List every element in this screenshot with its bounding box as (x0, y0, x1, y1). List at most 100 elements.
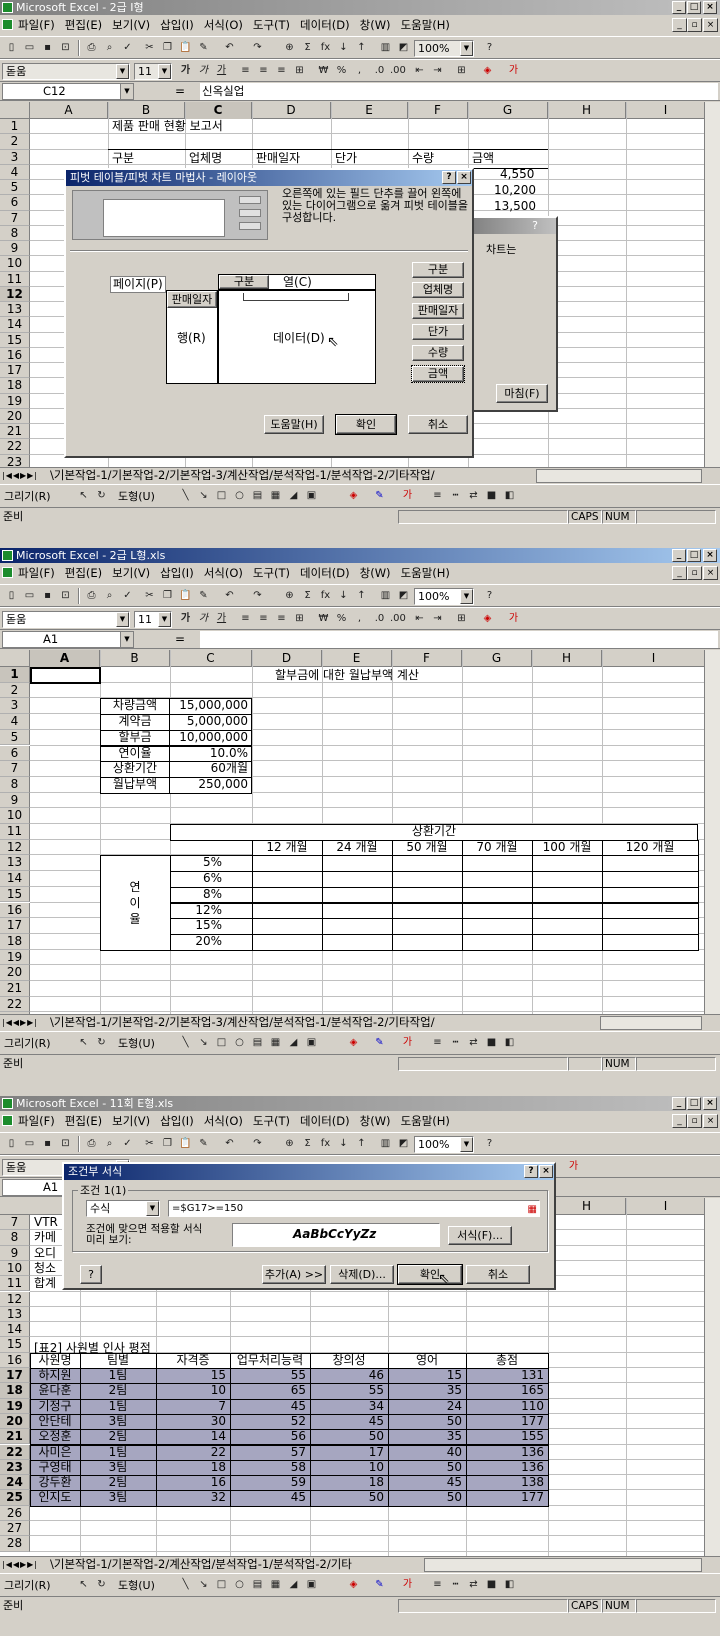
cut-icon[interactable]: ✂ (142, 41, 157, 55)
menu-insert[interactable]: 삽입(I) (160, 566, 194, 580)
oval-icon[interactable]: ○ (232, 489, 247, 503)
payment-cell[interactable] (322, 918, 393, 935)
row-header[interactable]: 13 (0, 302, 30, 318)
column-header[interactable]: A (30, 102, 108, 119)
line-style-icon[interactable]: ≡ (430, 489, 445, 503)
new-icon[interactable]: ▯ (4, 589, 19, 603)
print-preview-icon[interactable]: ⌕ (102, 589, 117, 603)
fill-color-icon[interactable]: ◈ (346, 1036, 361, 1050)
row-header[interactable]: 5 (0, 180, 30, 196)
align-center-icon[interactable]: ≡ (256, 612, 271, 626)
print-icon[interactable]: ⎙ (84, 1137, 99, 1151)
maximize-button[interactable]: □ (687, 1097, 701, 1110)
chevron-down-icon[interactable]: ▼ (120, 632, 133, 647)
undo-icon[interactable]: ↶ (222, 41, 237, 55)
horizontal-scrollbar[interactable] (600, 1016, 702, 1030)
spreadsheet-grid[interactable]: A B C D E F G H I 1 2 3 4 5 6 7 8 9 10 11 12 13 14 15 1… (0, 650, 720, 1014)
sort-asc-icon[interactable]: ↓ (336, 1137, 351, 1151)
row-header[interactable]: 10 (0, 256, 30, 272)
field-button[interactable]: 업체명 (412, 282, 464, 298)
merge-center-icon[interactable]: ⊞ (292, 612, 307, 626)
payment-cell[interactable] (602, 918, 699, 935)
help-dialog-button[interactable]: 도움말(H) (264, 415, 324, 434)
row-header[interactable]: 14 (0, 1322, 30, 1338)
decrease-decimal-icon[interactable]: .00 (390, 64, 406, 78)
align-center-icon[interactable]: ≡ (256, 64, 271, 78)
row-header[interactable]: 23 (0, 1459, 30, 1476)
print-icon[interactable]: ⎙ (84, 589, 99, 603)
rectangle-icon[interactable]: □ (214, 1578, 229, 1592)
cancel-button[interactable]: 취소 (408, 415, 468, 434)
function-icon[interactable]: fx (318, 1137, 333, 1151)
chart-icon[interactable]: ▥ (378, 1137, 393, 1151)
textbox-icon[interactable]: ▤ (250, 1036, 265, 1050)
format-painter-icon[interactable]: ✎ (196, 41, 211, 55)
oval-icon[interactable]: ○ (232, 1036, 247, 1050)
collapse-dialog-icon[interactable]: ▦ (528, 1202, 537, 1216)
menu-window[interactable]: 창(W) (360, 1114, 391, 1128)
arrow-icon[interactable]: ↘ (196, 1578, 211, 1592)
doc-close-button[interactable]: × (703, 1114, 718, 1128)
payment-cell[interactable] (532, 918, 603, 935)
row-header[interactable]: 9 (0, 241, 30, 257)
payment-cell[interactable] (462, 855, 533, 873)
arrow-style-icon[interactable]: ⇄ (466, 1578, 481, 1592)
align-left-icon[interactable]: ≡ (238, 612, 253, 626)
align-right-icon[interactable]: ≡ (274, 612, 289, 626)
save-icon[interactable]: ▪ (40, 41, 55, 55)
drawing-icon[interactable]: ◩ (396, 589, 411, 603)
payment-cell[interactable] (392, 918, 463, 935)
cut-icon[interactable]: ✂ (142, 589, 157, 603)
decrease-indent-icon[interactable]: ⇤ (412, 64, 427, 78)
column-header[interactable]: C (185, 102, 252, 119)
textbox-icon[interactable]: ▤ (250, 489, 265, 503)
column-header[interactable]: D (252, 650, 322, 667)
column-header[interactable]: G (468, 102, 548, 119)
payment-cell[interactable] (462, 918, 533, 935)
row-header[interactable]: 16 (0, 902, 30, 919)
italic-icon[interactable]: 가 (196, 612, 211, 626)
column-header[interactable]: G (462, 650, 532, 667)
row-header[interactable]: 5 (0, 729, 30, 746)
sort-desc-icon[interactable]: ↑ (354, 1137, 369, 1151)
column-header[interactable]: E (322, 650, 392, 667)
menu-help[interactable]: 도움말(H) (401, 18, 450, 32)
zoom-combo[interactable]: 100% ▼ (414, 588, 474, 605)
font-color-icon[interactable]: 가 (566, 1160, 581, 1174)
column-header[interactable]: A (30, 650, 100, 667)
row-header[interactable]: 3 (0, 149, 30, 165)
row-header[interactable]: 22 (0, 1444, 30, 1460)
select-objects-icon[interactable]: ↖ (76, 1036, 91, 1050)
payment-cell[interactable] (322, 871, 393, 888)
payment-cell[interactable] (532, 886, 603, 904)
chevron-down-icon[interactable]: ▼ (460, 1137, 473, 1152)
sheet-tabs[interactable]: \기본작업-1/기본작업-2/계산작업/분석작업-1/분석작업-2/기타 (50, 1557, 352, 1572)
fill-color-icon[interactable]: ◈ (480, 612, 495, 626)
row-header[interactable]: 1 (0, 119, 30, 135)
formula-input[interactable]: 신옥실업 (200, 83, 718, 100)
column-header[interactable]: C (170, 650, 252, 667)
rotate-icon[interactable]: ↻ (94, 1578, 109, 1592)
vertical-scrollbar[interactable] (704, 650, 720, 1014)
row-header[interactable]: 20 (0, 1413, 30, 1430)
increase-decimal-icon[interactable]: .0 (372, 612, 387, 626)
menu-view[interactable]: 보기(V) (112, 18, 150, 32)
row-header[interactable]: 11 (0, 271, 30, 287)
minimize-button[interactable]: _ (672, 1, 686, 14)
formula-field[interactable]: =$G17>=150 ▦ (168, 1200, 540, 1217)
chart-icon[interactable]: ▥ (378, 589, 393, 603)
select-objects-icon[interactable]: ↖ (76, 1578, 91, 1592)
payment-cell[interactable] (252, 933, 323, 951)
row-area[interactable]: 판매일자 행(R) (166, 290, 218, 384)
maximize-button[interactable]: □ (687, 549, 701, 562)
print-preview-icon[interactable]: ⌕ (102, 1137, 117, 1151)
column-header[interactable] (0, 102, 30, 119)
row-header[interactable]: 25 (0, 1490, 30, 1506)
column-header[interactable]: F (392, 650, 462, 667)
row-header[interactable]: 6 (0, 745, 30, 762)
name-box[interactable]: A1 ▼ (2, 631, 134, 648)
column-header[interactable]: I (602, 650, 706, 667)
redo-icon[interactable]: ↷ (250, 41, 265, 55)
line-icon[interactable]: ╲ (178, 1036, 193, 1050)
arrow-icon[interactable]: ↘ (196, 489, 211, 503)
